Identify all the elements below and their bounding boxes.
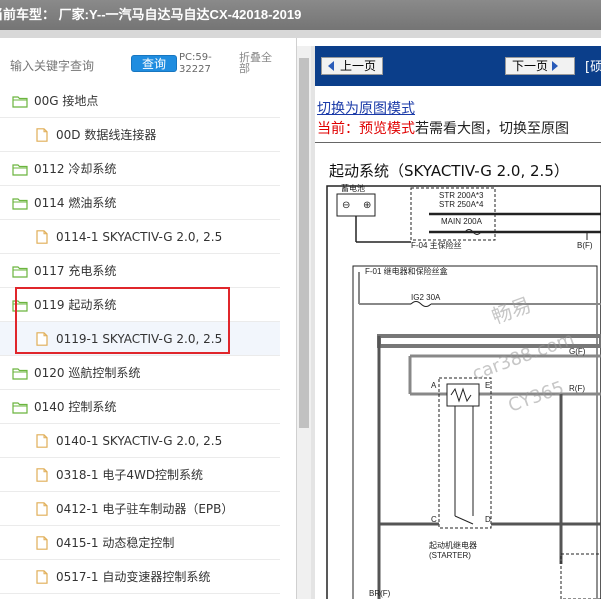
bf-label: B(F) <box>577 241 593 250</box>
search-button[interactable]: 查询 <box>131 55 177 72</box>
tree-file-item[interactable]: 0140-1 SKYACTIV-G 2.0, 2.5 <box>0 424 280 458</box>
tree-item-label: 0140-1 SKYACTIV-G 2.0, 2.5 <box>56 433 223 448</box>
tree-folder-item[interactable]: 00G 接地点 <box>0 84 280 118</box>
wiring-diagram[interactable]: 起动系统（SKYACTIV-G 2.0, 2.5） 蓄电池 ⊖ ⊕ STR 20… <box>315 144 601 599</box>
mode-name: 预览模式 <box>359 121 415 137</box>
search-row: 查询 PC:59-32227 折叠全部 <box>0 50 297 84</box>
document-icon <box>34 535 50 550</box>
tree-item-label: 0114-1 SKYACTIV-G 2.0, 2.5 <box>56 229 223 244</box>
watermark-3: CY365 <box>506 377 567 416</box>
tree-folder-item[interactable]: 0120 巡航控制系统 <box>0 356 280 390</box>
fuse-main: MAIN 200A <box>441 217 483 226</box>
relay-sub: (STARTER) <box>429 551 471 560</box>
folder-icon <box>12 264 28 278</box>
pin-d: D <box>485 515 491 524</box>
scrollbar-thumb[interactable] <box>299 58 309 428</box>
tree-folder-item[interactable]: 0119 起动系统 <box>0 288 280 322</box>
document-icon <box>34 467 50 482</box>
tree-item-label: 0119-1 SKYACTIV-G 2.0, 2.5 <box>56 331 223 346</box>
document-icon <box>34 569 50 584</box>
wiring-diagram-drawing: 蓄电池 ⊖ ⊕ STR 200A*3 STR 250A*4 MAIN 200A … <box>326 183 601 599</box>
relay-coil <box>446 383 480 407</box>
rf-label: R(F) <box>569 384 585 393</box>
pin-a: A <box>431 381 437 390</box>
folder-icon <box>12 298 28 312</box>
brf-label: BR(F) <box>369 589 391 598</box>
folder-icon <box>12 400 28 414</box>
relay-name: 起动机继电器 <box>429 540 477 550</box>
tree-file-item[interactable]: 0412-1 电子驻车制动器（EPB） <box>0 492 280 526</box>
switch-original-mode-link[interactable]: 切换为原图模式 <box>317 98 415 118</box>
tree-item-label: 0517-1 自动变速器控制系统 <box>56 570 211 584</box>
tree-file-item[interactable]: 0517-1 自动变速器控制系统 <box>0 560 280 594</box>
next-page-label: 下一页 <box>512 59 549 73</box>
tree-folder-item[interactable]: 0140 控制系统 <box>0 390 280 424</box>
pc-number: PC:59-32227 <box>179 52 212 75</box>
folder-icon <box>12 196 28 210</box>
relay-box-label: F-01 继电器和保险丝盒 <box>365 266 448 276</box>
mode-hint: 若需看大图，切换至原图 <box>415 121 569 137</box>
battery-label: 蓄电池 <box>341 183 365 193</box>
svg-text:⊖: ⊖ <box>342 200 350 211</box>
window-title: 当前车型： 厂家:Y--一汽马自达马自达CX-42018-2019 <box>0 7 302 22</box>
tree-folder-item[interactable]: 0117 充电系统 <box>0 254 280 288</box>
tree-item-label: 0119 起动系统 <box>34 298 117 312</box>
pin-e: E <box>485 381 490 390</box>
separator <box>315 142 601 143</box>
watermark-1: 畅易 <box>489 292 535 328</box>
mode-prefix: 当前： <box>317 121 359 137</box>
search-input[interactable] <box>10 56 125 76</box>
tree-file-item[interactable]: 0114-1 SKYACTIV-G 2.0, 2.5 <box>0 220 280 254</box>
tree-item-label: 0114 燃油系统 <box>34 196 117 210</box>
document-icon <box>34 501 50 516</box>
prev-page-label: 上一页 <box>340 59 377 73</box>
document-icon <box>34 127 50 142</box>
tree-folder-item[interactable]: 0114 燃油系统 <box>0 186 280 220</box>
page-nav-bar: 上一页 下一页 [硕 <box>315 46 601 86</box>
svg-text:⊕: ⊕ <box>363 200 371 211</box>
collapse-all-button[interactable]: 折叠全部 <box>239 52 279 74</box>
arrow-left-icon <box>328 61 334 71</box>
folder-icon <box>12 94 28 108</box>
tree-item-label: 0120 巡航控制系统 <box>34 366 141 380</box>
tree-folder-item[interactable]: 0112 冷却系统 <box>0 152 280 186</box>
fuse-str250: STR 250A*4 <box>439 200 484 209</box>
tree-item-label: 0318-1 电子4WD控制系统 <box>56 468 204 482</box>
viewer-panel: 上一页 下一页 [硕 切换为原图模式 当前：预览模式若需看大图，切换至原图 起动… <box>315 46 601 599</box>
tree-file-item[interactable]: 0318-1 电子4WD控制系统 <box>0 458 280 492</box>
tree-file-item[interactable]: 0119-1 SKYACTIV-G 2.0, 2.5 <box>0 322 280 356</box>
left-panel: 查询 PC:59-32227 折叠全部 00G 接地点 00D 数据线连接器 011… <box>0 38 297 599</box>
tree-item-label: 00G 接地点 <box>34 94 99 108</box>
fuse-str200: STR 200A*3 <box>439 191 484 200</box>
document-icon <box>34 229 50 244</box>
tree-item-label: 0117 充电系统 <box>34 264 117 278</box>
nav-extra-label[interactable]: [硕 <box>585 56 601 75</box>
tree-item-label: 0140 控制系统 <box>34 400 117 414</box>
tree-item-label: 0112 冷却系统 <box>34 162 117 176</box>
tree-item-label: 0415-1 动态稳定控制 <box>56 536 175 550</box>
folder-icon <box>12 162 28 176</box>
tree-file-item[interactable]: 00D 数据线连接器 <box>0 118 280 152</box>
tree-file-item[interactable]: 0415-1 动态稳定控制 <box>0 526 280 560</box>
mode-status: 当前：预览模式若需看大图，切换至原图 <box>317 118 569 138</box>
ig2-label: IG2 30A <box>411 293 441 302</box>
window-title-bar: 当前车型： 厂家:Y--一汽马自达马自达CX-42018-2019 <box>0 0 601 38</box>
arrow-right-icon <box>552 61 559 71</box>
tree-item-label: 00D 数据线连接器 <box>56 128 157 142</box>
title-bar-strip <box>0 30 601 38</box>
prev-page-button[interactable]: 上一页 <box>321 57 383 75</box>
catalog-tree: 00G 接地点 00D 数据线连接器 0112 冷却系统 0114 燃油系统 0114-… <box>0 84 280 594</box>
folder-icon <box>12 366 28 380</box>
next-page-button[interactable]: 下一页 <box>505 57 575 75</box>
fuse-box-main-label: F-04 主保险丝 <box>411 240 462 250</box>
tree-item-label: 0412-1 电子驻车制动器（EPB） <box>56 502 234 516</box>
document-icon <box>34 433 50 448</box>
document-icon <box>34 331 50 346</box>
